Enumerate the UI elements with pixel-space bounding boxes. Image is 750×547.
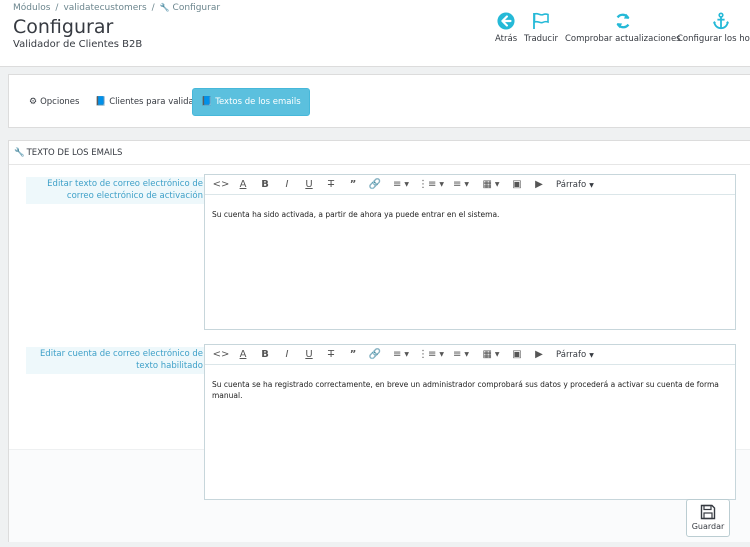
blockquote-icon[interactable]: ”	[342, 346, 364, 364]
link-icon[interactable]: 🔗	[364, 346, 386, 364]
configure-hooks-button[interactable]: Configurar los hooks	[677, 12, 750, 44]
back-button-label: Atrás	[495, 34, 518, 44]
image-icon[interactable]: ▣	[506, 346, 528, 364]
italic-icon[interactable]: I	[276, 176, 298, 194]
book-icon: 📘	[95, 97, 107, 107]
format-dropdown-label: Párrafo	[556, 349, 587, 360]
format-dropdown[interactable]: Párrafo ▼	[556, 180, 594, 190]
breadcrumb-item-module[interactable]: validatecustomers	[63, 3, 146, 13]
wrench-icon: 🔧	[14, 148, 25, 158]
breadcrumb: Módulos / validatecustomers / 🔧 Configurar	[13, 3, 220, 13]
image-icon[interactable]: ▣	[506, 176, 528, 194]
arrow-left-circle-icon	[497, 12, 515, 30]
tabs-panel: ⚙ Opciones 📘 Clientes para validar 📘 Textos…	[8, 74, 750, 128]
bullet-list-dropdown-icon[interactable]: ⋮≡ ▼	[416, 346, 446, 364]
editor-toolbar: <> A B I U T ” 🔗 ≡ ▼ ⋮≡ ▼ ≡ ▼ ▦ ▼ ▣ ▶ Párraf…	[205, 175, 735, 195]
align-dropdown-icon[interactable]: ≡ ▼	[386, 176, 416, 194]
save-button[interactable]: Guardar	[686, 499, 730, 537]
breadcrumb-item-modules[interactable]: Módulos	[13, 3, 50, 13]
align-dropdown-icon[interactable]: ≡ ▼	[386, 346, 416, 364]
anchor-icon	[712, 12, 729, 30]
tab-customers-to-validate[interactable]: 📘 Clientes para validar	[87, 88, 205, 116]
table-dropdown-icon[interactable]: ▦ ▼	[476, 176, 506, 194]
configure-hooks-button-label: Configurar los hooks	[677, 34, 750, 44]
page-subtitle: Validador de Clientes B2B	[13, 39, 143, 50]
breadcrumb-separator: /	[151, 3, 155, 13]
enabled-account-email-content[interactable]: Su cuenta se ha registrado correctamente…	[205, 365, 735, 401]
enabled-account-email-label: Editar cuenta de correo electrónico de t…	[26, 347, 205, 374]
wrench-icon: 🔧	[159, 3, 170, 12]
table-dropdown-icon[interactable]: ▦ ▼	[476, 346, 506, 364]
tab-options[interactable]: ⚙ Opciones	[21, 88, 87, 116]
numbered-list-dropdown-icon[interactable]: ≡ ▼	[446, 176, 476, 194]
editor-toolbar: <> A B I U T ” 🔗 ≡ ▼ ⋮≡ ▼ ≡ ▼ ▦ ▼ ▣ ▶ Párraf…	[205, 345, 735, 365]
link-icon[interactable]: 🔗	[364, 176, 386, 194]
tab-email-texts-label: Textos de los emails	[215, 97, 301, 107]
panel-heading-text: TEXTO DE LOS EMAILS	[26, 148, 123, 158]
breadcrumb-separator: /	[55, 3, 59, 13]
bold-icon[interactable]: B	[254, 346, 276, 364]
save-button-label: Guardar	[691, 522, 725, 531]
activation-email-editor: <> A B I U T ” 🔗 ≡ ▼ ⋮≡ ▼ ≡ ▼ ▦ ▼ ▣ ▶ Párraf…	[204, 174, 736, 330]
strikethrough-icon[interactable]: T	[320, 176, 342, 194]
page-header: Módulos / validatecustomers / 🔧 Configurar C…	[0, 0, 750, 67]
format-dropdown[interactable]: Párrafo ▼	[556, 350, 594, 360]
check-updates-button[interactable]: Comprobar actualizaciones	[565, 12, 681, 44]
enabled-account-email-editor: <> A B I U T ” 🔗 ≡ ▼ ⋮≡ ▼ ≡ ▼ ▦ ▼ ▣ ▶ Párraf…	[204, 344, 736, 500]
underline-icon[interactable]: U	[298, 346, 320, 364]
translate-button-label: Traducir	[524, 34, 558, 44]
panel-heading: 🔧 TEXTO DE LOS EMAILS	[9, 141, 750, 165]
format-dropdown-label: Párrafo	[556, 179, 587, 190]
page-title: Configurar	[13, 16, 114, 38]
media-icon[interactable]: ▶	[528, 346, 550, 364]
tab-options-label: Opciones	[40, 97, 80, 107]
tab-email-texts[interactable]: 📘 Textos de los emails	[192, 88, 310, 116]
tab-customers-label: Clientes para validar	[109, 97, 198, 107]
strikethrough-icon[interactable]: T	[320, 346, 342, 364]
flag-icon	[533, 12, 549, 29]
bullet-list-dropdown-icon[interactable]: ⋮≡ ▼	[416, 176, 446, 194]
email-texts-panel: 🔧 TEXTO DE LOS EMAILS Editar texto de cor…	[8, 140, 750, 542]
code-icon[interactable]: <>	[210, 176, 232, 194]
refresh-icon	[616, 13, 630, 29]
activation-email-content[interactable]: Su cuenta ha sido activada, a partir de …	[205, 195, 735, 220]
back-button[interactable]: Atrás	[495, 12, 517, 44]
floppy-disk-icon	[700, 504, 716, 520]
media-icon[interactable]: ▶	[528, 176, 550, 194]
numbered-list-dropdown-icon[interactable]: ≡ ▼	[446, 346, 476, 364]
underline-icon[interactable]: U	[298, 176, 320, 194]
check-updates-button-label: Comprobar actualizaciones	[565, 34, 681, 44]
activation-email-label: Editar texto de correo electrónico de co…	[26, 177, 205, 204]
text-color-icon[interactable]: A	[232, 346, 254, 364]
code-icon[interactable]: <>	[210, 346, 232, 364]
translate-button[interactable]: Traducir	[524, 12, 558, 44]
bold-icon[interactable]: B	[254, 176, 276, 194]
gears-icon: ⚙	[29, 97, 38, 107]
text-color-icon[interactable]: A	[232, 176, 254, 194]
italic-icon[interactable]: I	[276, 346, 298, 364]
book-icon: 📘	[201, 97, 213, 107]
blockquote-icon[interactable]: ”	[342, 176, 364, 194]
breadcrumb-item-current: Configurar	[172, 3, 221, 13]
